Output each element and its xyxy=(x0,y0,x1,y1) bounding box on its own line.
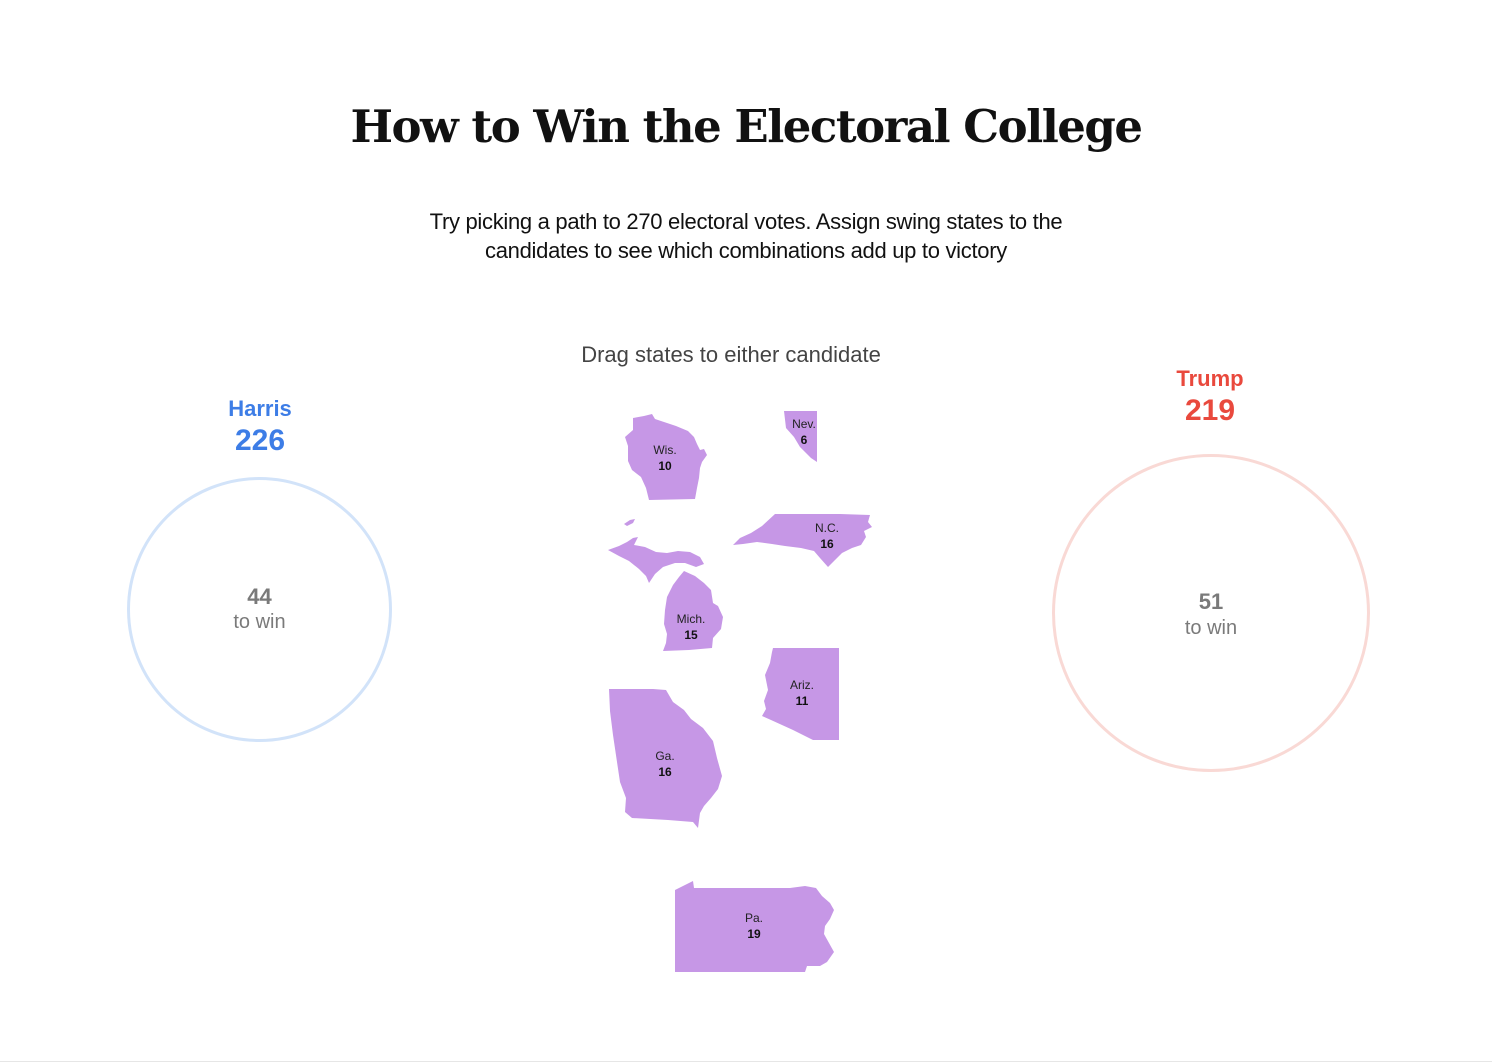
georgia-abbr: Ga. xyxy=(655,749,674,763)
state-wisconsin[interactable]: Wis. 10 xyxy=(625,414,707,500)
michigan-abbr: Mich. xyxy=(677,612,706,626)
nevada-abbr: Nev. xyxy=(792,417,816,431)
wisconsin-shape[interactable] xyxy=(625,414,707,500)
state-nevada[interactable]: Nev. 6 xyxy=(784,411,817,462)
state-arizona[interactable]: Ariz. 11 xyxy=(762,648,839,740)
michigan-votes: 15 xyxy=(684,628,698,642)
pennsylvania-votes: 19 xyxy=(747,927,761,941)
state-michigan[interactable]: Mich. 15 xyxy=(608,519,723,651)
bottom-divider xyxy=(0,1061,1492,1062)
swing-states-map: Nev. 6 Wis. 10 N.C. 16 Mich. 15 Ariz. 11… xyxy=(608,411,872,972)
state-georgia[interactable]: Ga. 16 xyxy=(609,689,722,828)
state-north-carolina[interactable]: N.C. 16 xyxy=(733,514,872,567)
nevada-votes: 6 xyxy=(801,433,808,447)
wisconsin-abbr: Wis. xyxy=(653,443,676,457)
arizona-abbr: Ariz. xyxy=(790,678,814,692)
north-carolina-shape[interactable] xyxy=(733,514,872,567)
georgia-votes: 16 xyxy=(658,765,672,779)
pennsylvania-abbr: Pa. xyxy=(745,911,763,925)
state-pennsylvania[interactable]: Pa. 19 xyxy=(675,881,834,972)
north-carolina-abbr: N.C. xyxy=(815,521,839,535)
wisconsin-votes: 10 xyxy=(658,459,672,473)
arizona-votes: 11 xyxy=(796,694,809,708)
michigan-isle-shape[interactable] xyxy=(624,519,635,526)
north-carolina-votes: 16 xyxy=(820,537,834,551)
